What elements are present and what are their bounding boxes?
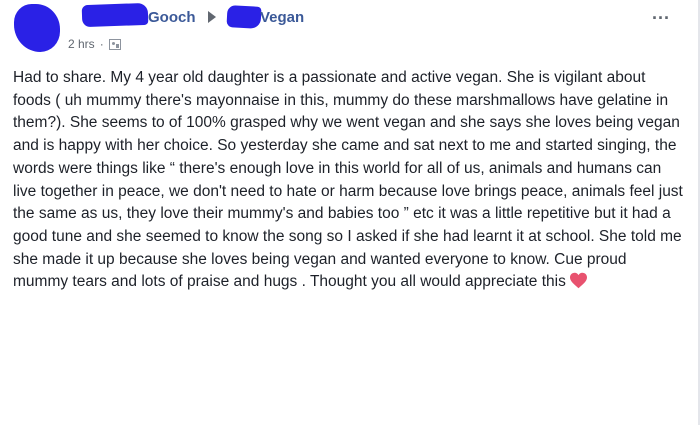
heart-icon	[569, 273, 587, 289]
post-meta: 2 hrs ·	[68, 37, 121, 51]
timestamp[interactable]: 2 hrs	[68, 37, 95, 51]
post-card: Gooch Vegan 2 hrs · ... Had to share. My…	[0, 0, 700, 425]
audience-icon[interactable]	[108, 38, 121, 50]
group-name[interactable]: Vegan	[260, 9, 304, 26]
post-text: Had to share. My 4 year old daughter is …	[13, 69, 683, 291]
redaction-mark	[226, 5, 262, 29]
more-options-icon[interactable]: ...	[652, 4, 670, 22]
redaction-mark	[81, 2, 149, 28]
author-name[interactable]: Gooch	[148, 9, 196, 26]
post-header: Gooch Vegan 2 hrs · ...	[0, 0, 700, 60]
arrow-right-icon	[208, 11, 216, 23]
avatar[interactable]	[14, 4, 60, 52]
separator-dot: ·	[99, 37, 104, 51]
post-body: Had to share. My 4 year old daughter is …	[13, 67, 685, 294]
